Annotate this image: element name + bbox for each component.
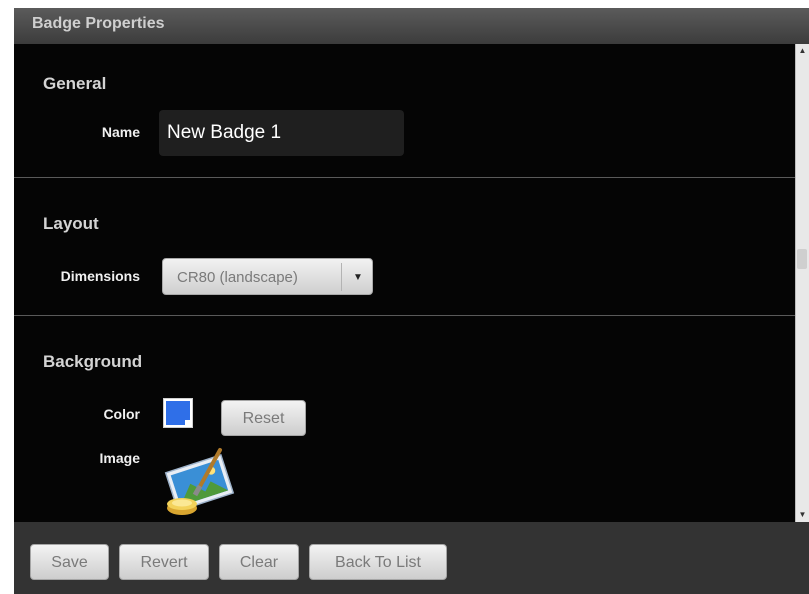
- scroll-down-arrow-icon[interactable]: ▼: [796, 508, 809, 522]
- name-label: Name: [101, 124, 140, 140]
- save-button[interactable]: Save: [30, 544, 109, 580]
- scroll-thumb[interactable]: [797, 249, 807, 269]
- color-swatch[interactable]: [163, 398, 193, 428]
- color-label: Color: [103, 406, 140, 422]
- background-section: Background Color Reset Image: [14, 316, 795, 522]
- select-divider: [341, 263, 342, 291]
- dimensions-selected-value: CR80 (landscape): [177, 269, 298, 286]
- footer-toolbar: Save Revert Clear Back To List: [14, 522, 809, 594]
- image-label: Image: [99, 450, 140, 466]
- back-to-list-button[interactable]: Back To List: [309, 544, 447, 580]
- vertical-scrollbar[interactable]: ▲ ▼: [795, 44, 809, 522]
- picture-paint-icon[interactable]: [162, 446, 242, 521]
- properties-panel: General Name Layout Dimensions CR80 (lan…: [14, 44, 795, 522]
- general-section: General Name: [14, 44, 795, 178]
- revert-button[interactable]: Revert: [119, 544, 209, 580]
- dropdown-arrow-icon[interactable]: ▼: [345, 259, 371, 296]
- window-title: Badge Properties: [14, 8, 809, 44]
- layout-section: Layout Dimensions CR80 (landscape) ▼: [14, 178, 795, 316]
- general-section-title: General: [43, 74, 107, 93]
- dimensions-select[interactable]: CR80 (landscape) ▼: [162, 258, 373, 295]
- badge-properties-window: Badge Properties General Name Layout Dim…: [14, 8, 809, 594]
- scroll-up-arrow-icon[interactable]: ▲: [796, 44, 809, 58]
- dimensions-label: Dimensions: [60, 268, 140, 284]
- color-swatch-corner: [185, 420, 190, 425]
- reset-button[interactable]: Reset: [221, 400, 306, 436]
- clear-button[interactable]: Clear: [219, 544, 299, 580]
- name-input[interactable]: [159, 110, 404, 156]
- background-section-title: Background: [43, 352, 143, 371]
- layout-section-title: Layout: [43, 214, 99, 233]
